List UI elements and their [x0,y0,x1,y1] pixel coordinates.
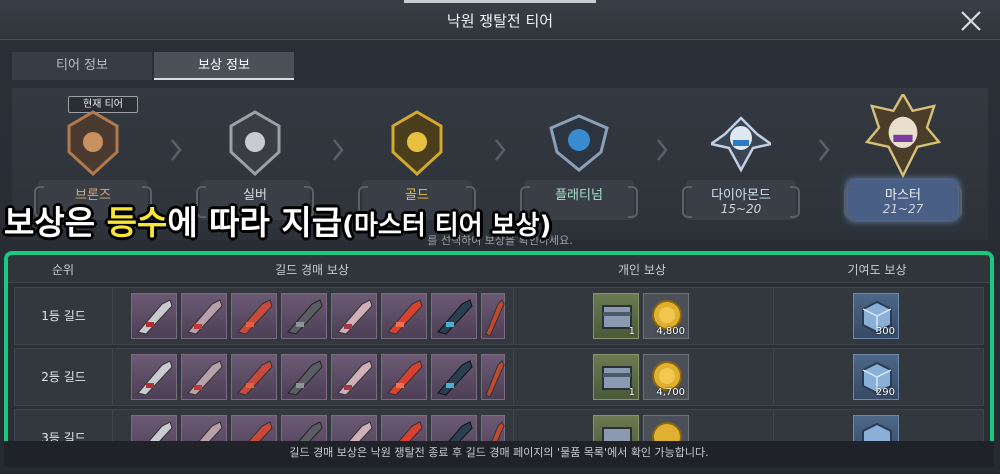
tier-master[interactable]: 마스터 21~27 [844,88,962,240]
chevron-right-icon [819,139,830,161]
item-quantity: 1 [628,326,635,337]
footer-notice: 길드 경매 보상은 낙원 쟁탈전 종료 후 길드 경매 페이지의 '물품 목록'… [4,441,994,467]
master-emblem-icon [865,94,941,178]
weapon-item-icon[interactable] [231,354,277,400]
header-personal: 개인 보상 [618,263,666,277]
platinum-emblem-icon [549,114,609,172]
tier-reward-modal: 낙원 쟁탈전 티어 티어 정보 보상 정보 현재 티어 브론즈 실버 골드 플래… [0,0,1000,474]
chevron-right-icon [495,139,506,161]
weapon-item-icon[interactable] [281,354,327,400]
weapon-item-icon[interactable] [431,354,477,400]
header-contribution: 기여도 보상 [847,263,907,277]
bronze-emblem-icon [67,110,119,177]
reward-table-frame: 순위 길드 경매 보상 개인 보상 기여도 보상 1등 길드 1 4,800 3… [4,251,994,467]
weapon-item-icon[interactable] [481,293,505,339]
crystal-cube-item-icon[interactable]: 300 [853,293,899,339]
caption-part3: (마스터 티어 보상) [342,211,552,241]
gold-coin-item-icon[interactable]: 4,700 [643,354,689,400]
weapon-item-icon[interactable] [131,293,177,339]
tier-range: 15~20 [720,202,762,216]
chevron-right-icon [657,139,668,161]
row-rank: 2등 길드 [15,349,113,405]
weapon-item-icon[interactable] [381,354,427,400]
column-divider [513,349,514,405]
overlay-caption: 보상은 등수에 따라 지급(마스터 티어 보상) [4,196,551,244]
item-quantity: 1 [628,387,635,398]
close-icon[interactable] [958,8,984,34]
chevron-right-icon [333,139,344,161]
chevron-right-icon [171,139,182,161]
item-quantity: 300 [875,326,895,337]
caption-part1: 보상은 [4,203,107,242]
supply-box-item-icon[interactable]: 1 [593,293,639,339]
title-notch [404,0,596,3]
tab-bar: 티어 정보 보상 정보 [12,52,296,80]
weapon-item-icon[interactable] [281,293,327,339]
item-quantity: 4,800 [656,326,685,337]
weapon-item-icon[interactable] [481,354,505,400]
tier-name: 마스터 [885,188,921,203]
header-rank: 순위 [51,263,75,277]
weapon-item-icon[interactable] [331,293,377,339]
weapon-item-icon[interactable] [131,354,177,400]
item-quantity: 290 [875,387,895,398]
item-quantity: 4,700 [656,387,685,398]
weapon-item-icon[interactable] [181,354,227,400]
tab-reward-info[interactable]: 보상 정보 [154,52,294,80]
tier-diamond[interactable]: 다이아몬드 15~20 [682,88,800,240]
diamond-emblem-icon [711,116,771,173]
caption-highlight: 등수 [106,203,168,242]
table-row: 2등 길드 1 4,700 290 [14,348,984,406]
window-title: 낙원 쟁탈전 티어 [446,12,554,30]
title-bar: 낙원 쟁탈전 티어 [0,0,1000,40]
crystal-cube-item-icon[interactable]: 290 [853,354,899,400]
row-rank: 1등 길드 [15,288,113,344]
gold-emblem-icon [391,110,443,177]
tier-name: 다이아몬드 [711,188,771,203]
column-divider [773,288,774,344]
weapon-item-icon[interactable] [231,293,277,339]
caption-part2: 에 따라 지급 [167,203,343,242]
gold-coin-item-icon[interactable]: 4,800 [643,293,689,339]
tier-range: 21~27 [882,202,924,216]
weapon-item-icon[interactable] [181,293,227,339]
weapon-item-icon[interactable] [381,293,427,339]
tab-tier-info[interactable]: 티어 정보 [12,52,152,80]
column-divider [513,288,514,344]
silver-emblem-icon [229,110,281,177]
weapon-item-icon[interactable] [431,293,477,339]
table-row: 1등 길드 1 4,800 300 [14,287,984,345]
column-divider [773,349,774,405]
reward-table-header: 순위 길드 경매 보상 개인 보상 기여도 보상 [8,255,990,283]
supply-box-item-icon[interactable]: 1 [593,354,639,400]
weapon-item-icon[interactable] [331,354,377,400]
header-auction: 길드 경매 보상 [275,263,349,277]
